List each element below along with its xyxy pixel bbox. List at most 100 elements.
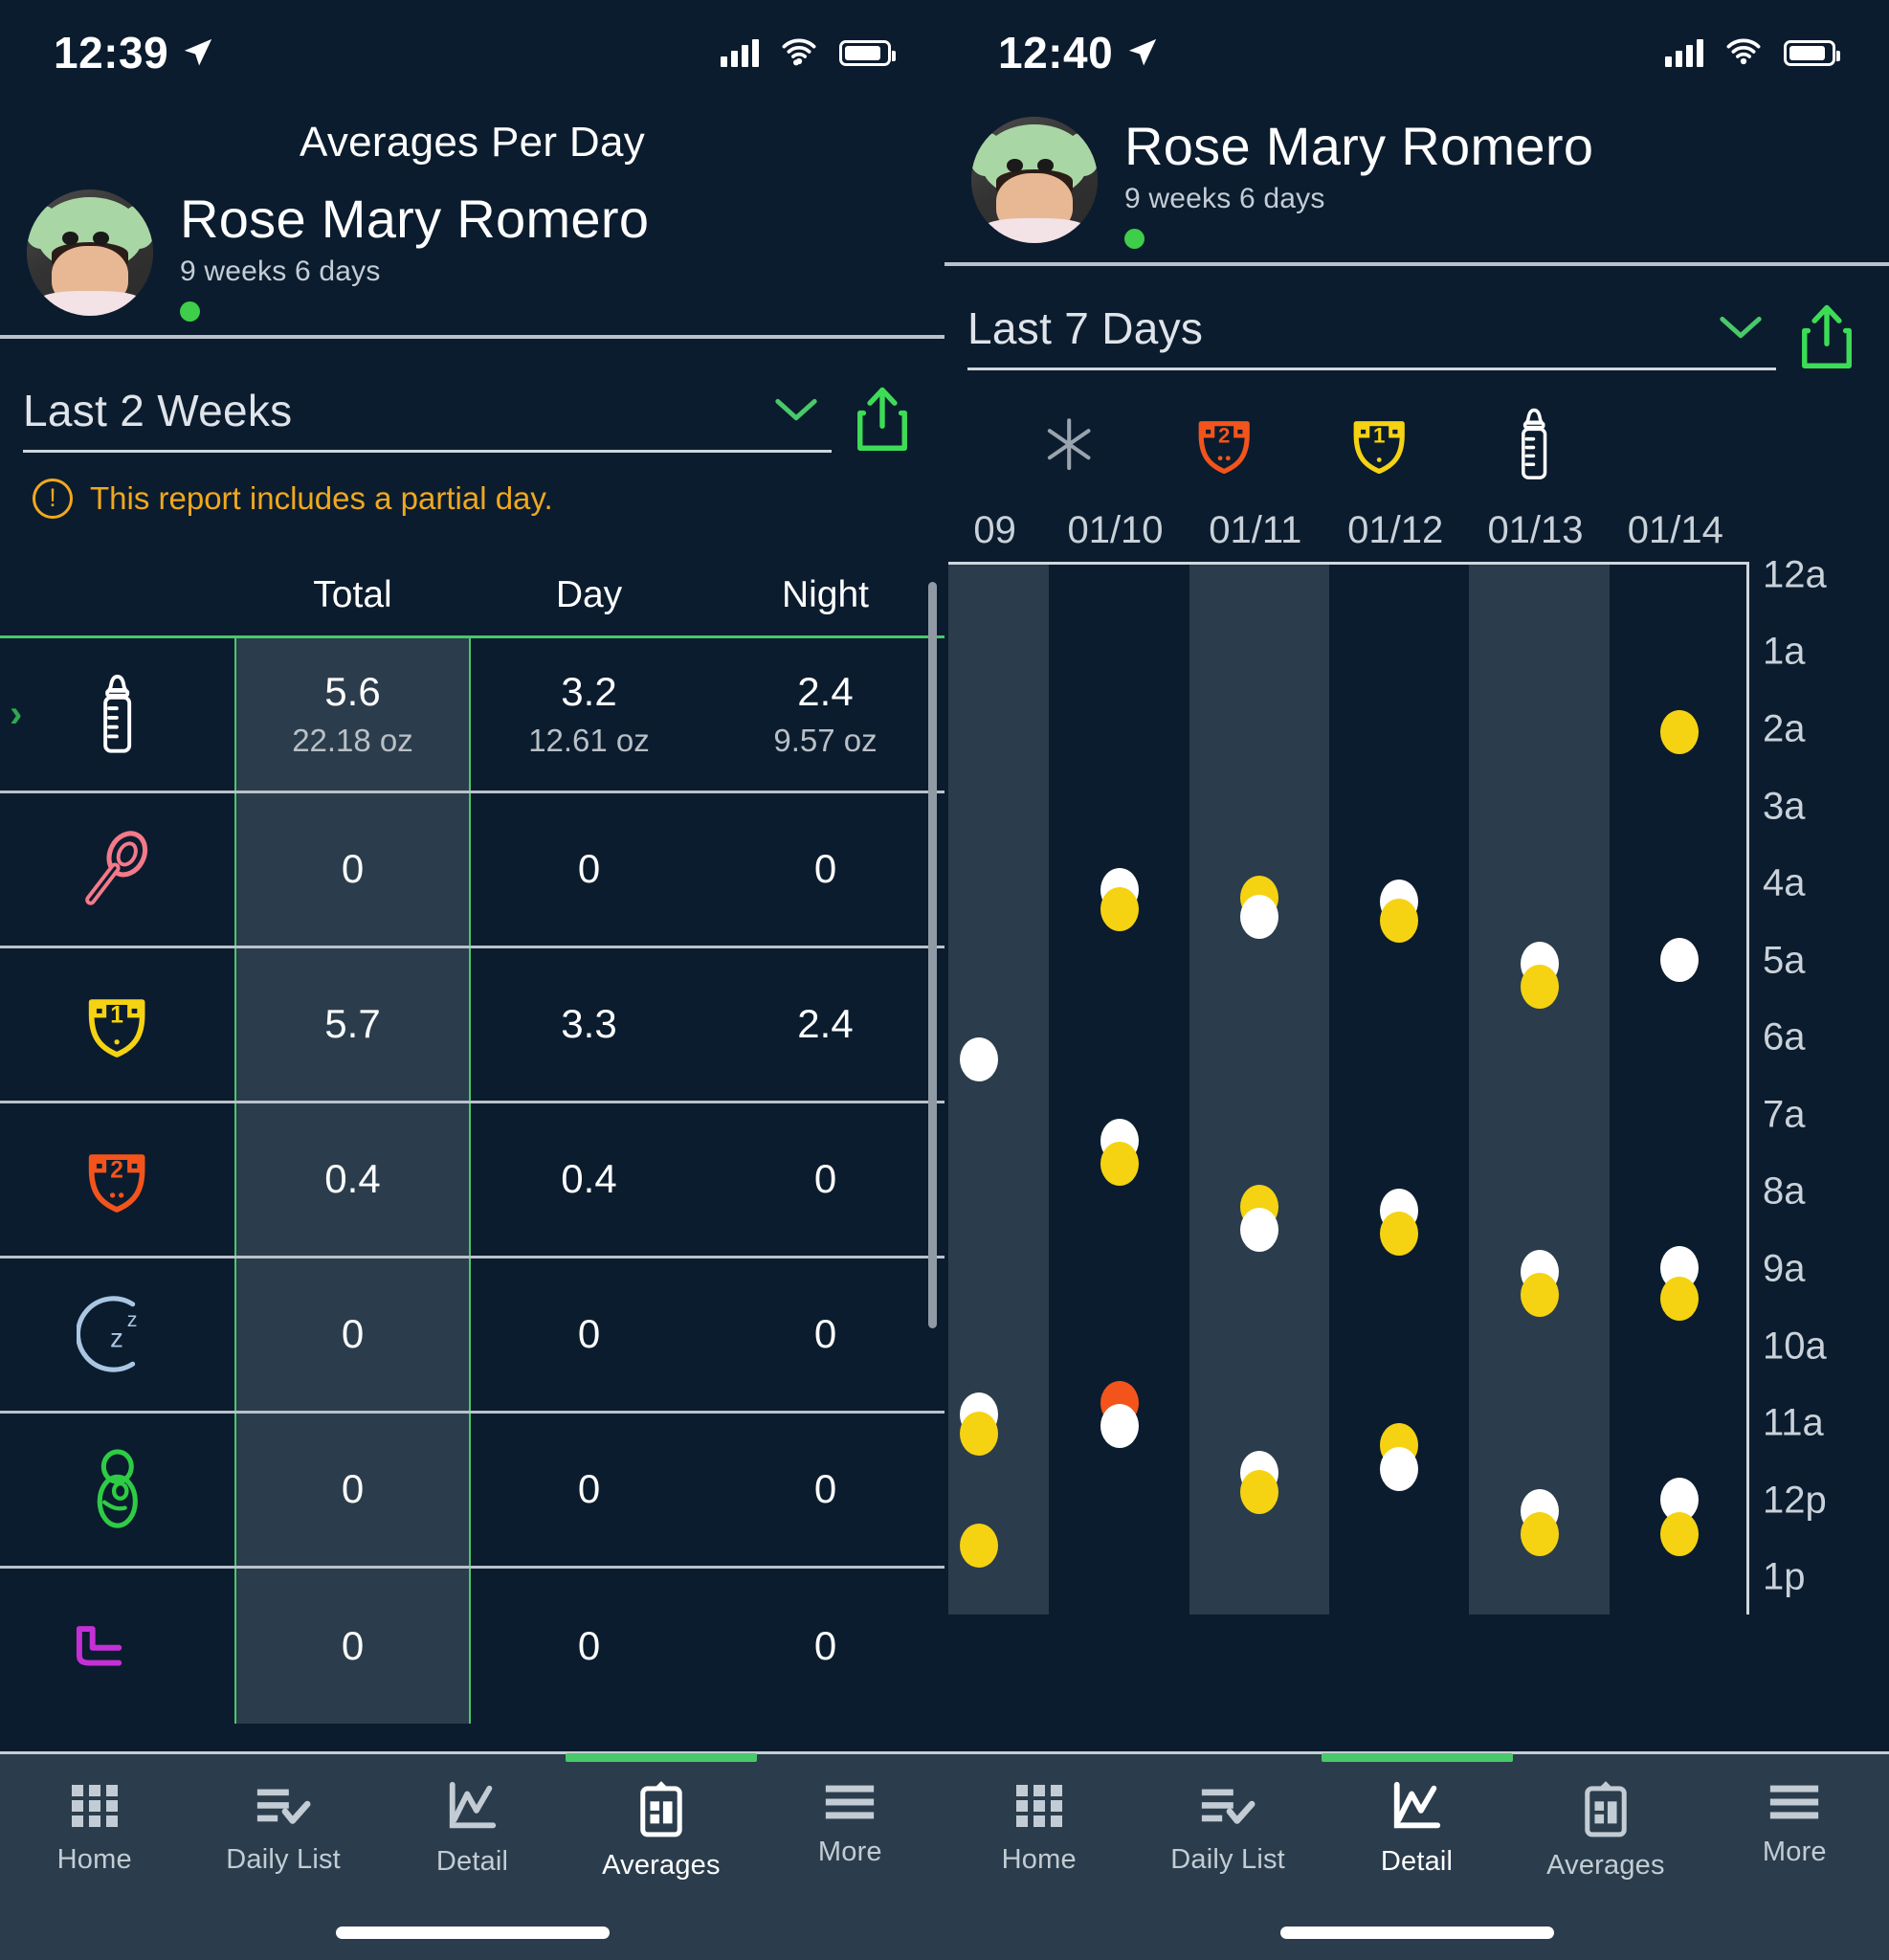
table-row[interactable]: z z 0 0 0 bbox=[0, 1258, 944, 1414]
chart-data-point[interactable] bbox=[1520, 1273, 1559, 1318]
active-tab-indicator bbox=[1321, 1753, 1513, 1762]
chart-plot-area[interactable] bbox=[948, 561, 1749, 1615]
chart-date-axis: 09 01/10 01/11 01/12 01/13 01/14 bbox=[944, 509, 1889, 552]
chevron-down-icon[interactable] bbox=[1719, 314, 1763, 343]
row-icon-cell[interactable]: › bbox=[0, 638, 234, 791]
table-row[interactable]: 1 5.7 3.3 2.4 bbox=[0, 947, 944, 1103]
chart-data-point[interactable] bbox=[1100, 1404, 1139, 1449]
status-indicators-left bbox=[721, 38, 896, 67]
table-header-total: Total bbox=[313, 573, 392, 615]
chart-data-point[interactable] bbox=[960, 1412, 999, 1457]
table-row[interactable]: 0 0 0 bbox=[0, 792, 944, 948]
hamburger-icon[interactable] bbox=[822, 1779, 878, 1825]
sleep-moon-icon: z z bbox=[76, 1296, 137, 1372]
bottle-icon bbox=[103, 675, 131, 753]
baby-header-right[interactable]: Rose Mary Romero 9 weeks 6 days bbox=[944, 105, 1889, 262]
filter-asterisk[interactable] bbox=[1025, 400, 1113, 488]
share-button[interactable] bbox=[1793, 297, 1860, 377]
date-range-select[interactable]: Last 7 Days bbox=[967, 302, 1776, 371]
chart-column-band bbox=[948, 564, 1050, 1615]
diaper-wet-icon: 1 bbox=[1353, 421, 1405, 475]
cell-value: 5.7 bbox=[324, 1001, 381, 1047]
warning-text: This report includes a partial day. bbox=[90, 479, 553, 516]
tab-more[interactable]: More bbox=[1700, 1779, 1889, 1868]
filter-diaper-dirty[interactable]: 2 bbox=[1180, 400, 1268, 488]
table-row[interactable]: 2 0.4 0.4 0 bbox=[0, 1102, 944, 1258]
list-check-icon[interactable] bbox=[254, 1779, 313, 1833]
grid-icon[interactable] bbox=[1012, 1779, 1066, 1833]
chart-data-point[interactable] bbox=[960, 1524, 999, 1569]
row-icon-cell[interactable]: 1 bbox=[0, 948, 234, 1101]
screenshot-stage: 12:39 Averages Per Day Rose Mary Romero … bbox=[0, 0, 1889, 1960]
chart-data-point[interactable] bbox=[1659, 937, 1699, 982]
chart-data-point[interactable] bbox=[1659, 1512, 1699, 1557]
cell-subvalue: 12.61 oz bbox=[528, 723, 650, 759]
chevron-right-icon[interactable]: › bbox=[10, 693, 22, 736]
chart-data-point[interactable] bbox=[1520, 964, 1559, 1009]
tab-label: Daily List bbox=[1170, 1844, 1285, 1875]
baby-header-left[interactable]: Rose Mary Romero 9 weeks 6 days bbox=[0, 167, 944, 335]
status-time-text: 12:39 bbox=[54, 28, 169, 78]
table-row[interactable]: 0 0 0 bbox=[0, 1413, 944, 1569]
baby-age: 9 weeks 6 days bbox=[1124, 182, 1325, 214]
chart-data-point[interactable] bbox=[1100, 887, 1139, 932]
row-icon-cell[interactable] bbox=[0, 1414, 234, 1566]
list-check-icon[interactable] bbox=[1198, 1779, 1257, 1833]
cell-night: 2.4 9.57 oz bbox=[707, 638, 944, 791]
avatar[interactable] bbox=[27, 189, 153, 316]
tab-more[interactable]: More bbox=[756, 1779, 944, 1868]
asterisk-icon[interactable] bbox=[1039, 414, 1099, 474]
table-scrollbar[interactable] bbox=[928, 581, 937, 1328]
chart-data-point[interactable] bbox=[1380, 1446, 1419, 1491]
tab-detail[interactable]: Detail bbox=[1321, 1753, 1513, 1878]
chart-data-point[interactable] bbox=[1380, 899, 1419, 944]
clipboard-chart-icon[interactable] bbox=[637, 1779, 685, 1838]
tab-label: Averages bbox=[1546, 1850, 1665, 1881]
filter-bottle[interactable] bbox=[1490, 400, 1578, 488]
tab-daily-list[interactable]: Daily List bbox=[189, 1779, 377, 1876]
tab-home[interactable]: Home bbox=[0, 1779, 189, 1876]
line-chart-icon[interactable] bbox=[1389, 1779, 1445, 1835]
time-tick-label: 4a bbox=[1763, 861, 1806, 904]
table-row[interactable]: 0 0 0 bbox=[0, 1568, 944, 1724]
avatar[interactable] bbox=[971, 117, 1098, 243]
table-row[interactable]: › 5.6 22.18 oz 3.2 12.61 oz 2.4 9.57 oz bbox=[0, 637, 944, 793]
row-icon-cell[interactable] bbox=[0, 793, 234, 946]
row-icon-cell[interactable]: 2 bbox=[0, 1103, 234, 1256]
time-tick-label: 1p bbox=[1763, 1555, 1806, 1598]
chart-data-point[interactable] bbox=[1520, 1512, 1559, 1557]
row-icon-cell[interactable]: z z bbox=[0, 1258, 234, 1411]
share-button[interactable] bbox=[849, 379, 916, 459]
share-icon[interactable] bbox=[853, 383, 912, 456]
status-badge bbox=[180, 301, 200, 322]
baby-meta-right: Rose Mary Romero 9 weeks 6 days bbox=[1124, 111, 1593, 249]
chart-data-point[interactable] bbox=[1239, 1469, 1278, 1514]
chart-data-point[interactable] bbox=[1659, 1277, 1699, 1322]
date-label: 01/12 bbox=[1347, 508, 1444, 551]
line-chart-icon[interactable] bbox=[445, 1779, 500, 1835]
row-icon-cell[interactable] bbox=[0, 1569, 234, 1724]
tab-home[interactable]: Home bbox=[944, 1779, 1133, 1876]
hamburger-icon[interactable] bbox=[1767, 1779, 1822, 1825]
cell-value: 0.4 bbox=[324, 1156, 381, 1202]
chart-data-point[interactable] bbox=[960, 1037, 999, 1082]
chart-data-point[interactable] bbox=[1659, 709, 1699, 754]
tab-daily-list[interactable]: Daily List bbox=[1133, 1779, 1322, 1876]
tab-detail[interactable]: Detail bbox=[378, 1779, 567, 1878]
tab-label: Daily List bbox=[226, 1844, 341, 1875]
cell-value: 0 bbox=[813, 1622, 837, 1668]
share-icon[interactable] bbox=[1797, 301, 1856, 373]
grid-icon[interactable] bbox=[68, 1779, 122, 1833]
filter-diaper-wet[interactable]: 1 bbox=[1335, 400, 1423, 488]
date-range-select[interactable]: Last 2 Weeks bbox=[23, 385, 832, 454]
chevron-down-icon[interactable] bbox=[774, 396, 818, 425]
chart-data-point[interactable] bbox=[1239, 895, 1278, 940]
clipboard-chart-icon[interactable] bbox=[1582, 1779, 1630, 1838]
chart-data-point[interactable] bbox=[1239, 1207, 1278, 1252]
tab-averages[interactable]: Averages bbox=[565, 1753, 757, 1882]
tab-averages[interactable]: Averages bbox=[1511, 1779, 1700, 1882]
cell-value: 0 bbox=[577, 1466, 601, 1512]
chart-data-point[interactable] bbox=[1380, 1211, 1419, 1256]
chart-data-point[interactable] bbox=[1100, 1142, 1139, 1187]
time-tick-label: 2a bbox=[1763, 707, 1806, 750]
